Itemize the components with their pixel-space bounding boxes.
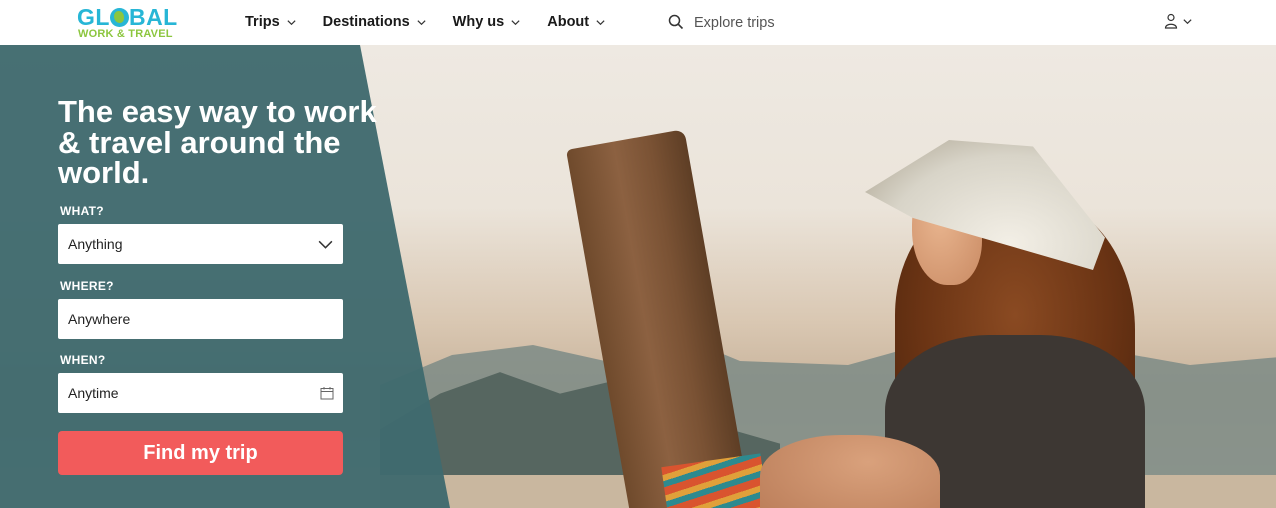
chevron-down-icon xyxy=(511,19,520,25)
search-input[interactable] xyxy=(694,12,994,34)
chevron-down-icon xyxy=(1183,18,1192,24)
what-select[interactable]: Anything xyxy=(58,224,343,264)
hero-section: The easy way to work & travel around the… xyxy=(0,45,1276,508)
logo-text-part2: BAL xyxy=(128,4,178,30)
nav-destinations-label: Destinations xyxy=(322,14,410,30)
main-nav: Trips Destinations Why us About xyxy=(245,12,632,32)
hero-headline: The easy way to work & travel around the… xyxy=(58,94,377,190)
what-value: Anything xyxy=(68,236,123,252)
chevron-down-icon xyxy=(287,19,296,25)
search-bar xyxy=(640,0,1140,45)
user-menu[interactable] xyxy=(1164,13,1193,29)
search-icon[interactable] xyxy=(668,14,684,30)
nav-about[interactable]: About xyxy=(547,12,606,32)
globe-icon xyxy=(109,8,129,27)
global-work-travel-logo[interactable]: GL BAL WORK & TRAVEL xyxy=(77,5,187,41)
chevron-down-icon xyxy=(596,19,605,25)
nav-destinations[interactable]: Destinations xyxy=(323,12,427,32)
woman-legs xyxy=(760,435,940,508)
when-label: WHEN? xyxy=(60,353,106,367)
where-label: WHERE? xyxy=(60,279,114,293)
where-value: Anywhere xyxy=(68,311,131,327)
nav-why-us-label: Why us xyxy=(452,14,505,30)
what-label: WHAT? xyxy=(60,204,104,218)
where-input[interactable]: Anywhere xyxy=(58,299,343,339)
chevron-down-icon xyxy=(417,19,426,25)
chevron-down-icon xyxy=(318,240,333,249)
logo-text-part1: GL xyxy=(77,4,110,30)
user-icon xyxy=(1164,13,1178,29)
nav-why-us[interactable]: Why us xyxy=(453,12,522,32)
logo-tagline: WORK & TRAVEL xyxy=(78,28,173,40)
nav-about-label: About xyxy=(547,14,590,30)
nav-trips[interactable]: Trips xyxy=(245,12,297,32)
find-my-trip-button[interactable]: Find my trip xyxy=(58,431,343,475)
nav-trips-label: Trips xyxy=(245,14,280,30)
site-header: GL BAL WORK & TRAVEL Trips Destinations W… xyxy=(0,0,1276,45)
when-value: Anytime xyxy=(68,385,119,401)
calendar-icon[interactable] xyxy=(320,386,334,400)
when-datepicker[interactable]: Anytime xyxy=(58,373,343,413)
